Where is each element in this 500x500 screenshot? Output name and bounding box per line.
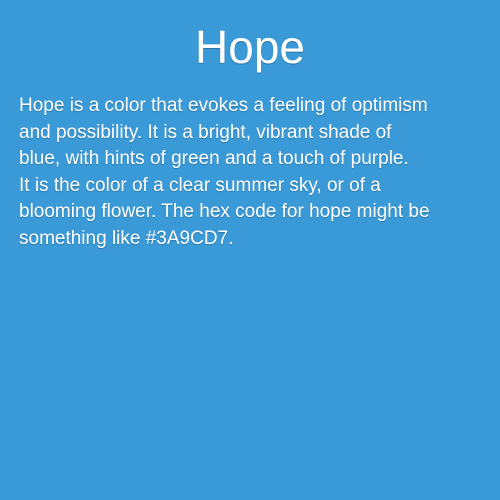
description-line: blooming flower. The hex code for hope m…	[19, 201, 430, 223]
description-paragraph: Hope is a color that evokes a feeling of…	[19, 93, 481, 253]
description-line: and possibility. It is a bright, vibrant…	[19, 121, 392, 143]
description-line: something like #3A9CD7.	[19, 227, 234, 249]
page-title: Hope	[195, 21, 305, 73]
description-line: It is the color of a clear summer sky, o…	[19, 174, 381, 196]
description-line: blue, with hints of green and a touch of…	[19, 148, 409, 170]
hope-card: Hope Hope is a color that evokes a feeli…	[0, 0, 500, 500]
description-line: Hope is a color that evokes a feeling of…	[19, 95, 428, 116]
